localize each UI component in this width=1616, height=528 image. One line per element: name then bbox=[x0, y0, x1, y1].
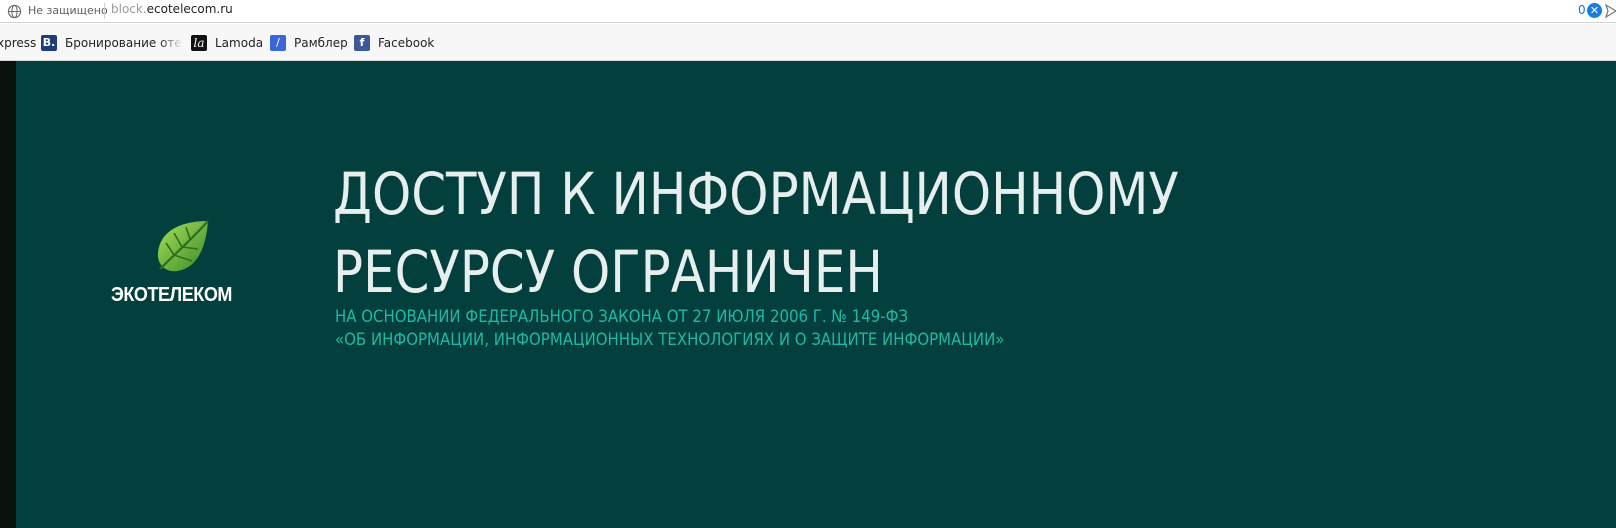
bookmark-label: Facebook bbox=[378, 35, 435, 50]
close-icon[interactable]: ✕ bbox=[1587, 3, 1602, 18]
security-status-label[interactable]: Не защищено bbox=[28, 4, 108, 17]
headline-line-2: РЕСУРСУ ОГРАНИЧЕН bbox=[333, 238, 883, 306]
bookmark-booking[interactable]: B. Бронирование отелей bbox=[41, 34, 183, 51]
legal-basis-text: НА ОСНОВАНИИ ФЕДЕРАЛЬНОГО ЗАКОНА ОТ 27 И… bbox=[335, 306, 1127, 352]
subtitle-line-1: НА ОСНОВАНИИ ФЕДЕРАЛЬНОГО ЗАКОНА ОТ 27 И… bbox=[335, 307, 909, 327]
facebook-icon: f bbox=[354, 34, 370, 51]
url-prefix: block. bbox=[111, 2, 147, 16]
bookmark-facebook[interactable]: f Facebook bbox=[354, 34, 434, 51]
address-divider bbox=[104, 3, 105, 19]
page-title: ДОСТУП К ИНФОРМАЦИОННОМУ РЕСУРСУ ОГРАНИЧ… bbox=[333, 155, 1322, 311]
bookmark-label: xpress bbox=[0, 35, 37, 50]
leaf-logo-icon bbox=[157, 220, 209, 272]
left-edge-strip bbox=[0, 61, 16, 528]
send-icon[interactable] bbox=[1605, 4, 1616, 18]
bookmark-express[interactable]: xpress bbox=[0, 34, 36, 51]
headline-line-1: ДОСТУП К ИНФОРМАЦИОННОМУ bbox=[333, 160, 1179, 228]
bookmark-label: Lamoda bbox=[215, 35, 264, 50]
subtitle-line-2: «ОБ ИНФОРМАЦИИ, ИНФОРМАЦИОННЫХ ТЕХНОЛОГИ… bbox=[335, 330, 1005, 350]
address-bar[interactable]: Не защищено block.ecotelecom.ru 0 ✕ bbox=[0, 0, 1616, 23]
globe-icon[interactable] bbox=[7, 4, 22, 19]
url-host: ecotelecom.ru bbox=[146, 2, 233, 16]
blocked-page: ЭКОТЕЛЕКОМ ДОСТУП К ИНФОРМАЦИОННОМУ РЕСУ… bbox=[0, 61, 1616, 528]
booking-icon: B. bbox=[41, 34, 57, 51]
bookmark-label: Рамблер bbox=[294, 35, 348, 50]
url-field[interactable]: block.ecotelecom.ru bbox=[111, 2, 233, 16]
badge-count: 0 bbox=[1578, 3, 1586, 17]
brand-logo-text: ЭКОТЕЛЕКОМ bbox=[111, 284, 232, 306]
bookmarks-bar: xpress B. Бронирование отелей la Lamoda … bbox=[0, 24, 1616, 61]
lamoda-icon: la bbox=[191, 34, 207, 51]
bookmark-label: Бронирование отелей bbox=[65, 35, 183, 50]
bookmark-rambler[interactable]: / Рамблер bbox=[270, 34, 348, 51]
rambler-icon: / bbox=[270, 34, 286, 51]
bookmark-lamoda[interactable]: la Lamoda bbox=[191, 34, 263, 51]
